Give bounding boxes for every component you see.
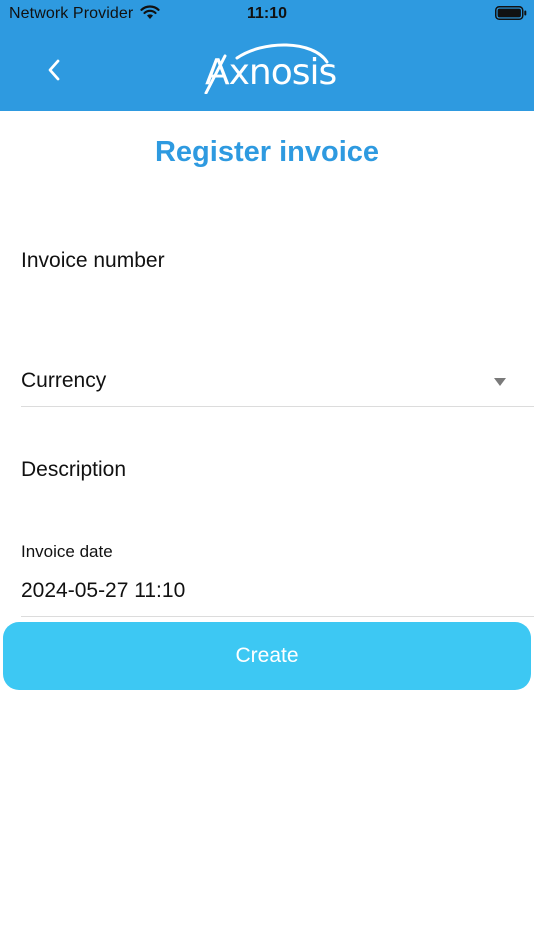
back-button[interactable] bbox=[36, 50, 72, 90]
invoice-date-value: 2024-05-27 11:10 bbox=[21, 579, 186, 602]
currency-label: Currency bbox=[21, 369, 107, 392]
currency-select[interactable]: Currency bbox=[21, 360, 534, 407]
chevron-down-icon bbox=[494, 378, 506, 386]
invoice-date-label: Invoice date bbox=[21, 542, 113, 561]
app-header: Network Provider 11:10 Axnosis bbox=[0, 0, 534, 111]
battery-icon bbox=[495, 6, 527, 20]
invoice-number-field[interactable]: Invoice number bbox=[21, 249, 165, 273]
status-bar: Network Provider 11:10 bbox=[0, 0, 534, 28]
description-field[interactable]: Description bbox=[21, 458, 126, 482]
create-button[interactable]: Create bbox=[3, 622, 531, 690]
status-time: 11:10 bbox=[246, 5, 288, 22]
axnosis-logo: Axnosis bbox=[203, 42, 337, 94]
chevron-left-icon bbox=[48, 59, 60, 81]
invoice-date-field[interactable]: Invoice date 2024-05-27 11:10 bbox=[21, 537, 534, 617]
page-title: Register invoice bbox=[154, 136, 380, 168]
logo-text: Axnosis bbox=[205, 52, 337, 93]
